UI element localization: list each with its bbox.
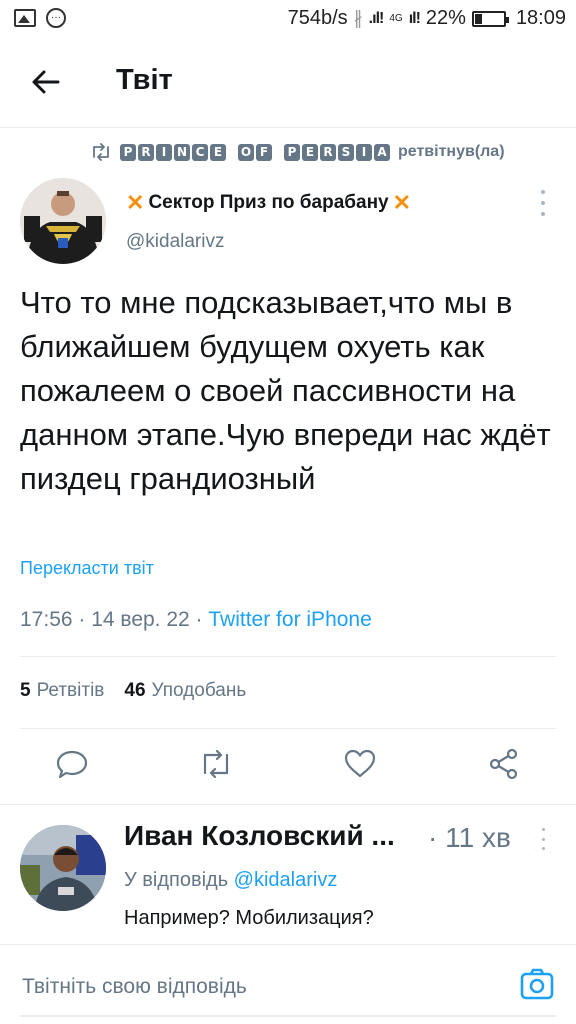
tweet-timestamp: 17:56 · 14 вер. 22 · [20, 608, 209, 631]
comment-icon [56, 750, 88, 779]
status-bar: ··· 754b/s ∦ .ıl! 4G ıl! 22% 18:09 [0, 0, 576, 40]
retweet-context[interactable]: P R I N C E O F P E R S I A ретвітнув(ла… [90, 143, 505, 161]
share-button[interactable] [484, 744, 524, 784]
author-name[interactable]: ✕ Сектор Приз по барабану ✕ [126, 192, 411, 214]
retweeter-letter: C [192, 143, 208, 161]
top-bar: Твіт [0, 40, 576, 128]
tweet-actions [0, 744, 576, 792]
reply-more-options-button[interactable] [537, 828, 549, 850]
reply-author-avatar[interactable] [20, 825, 106, 911]
retweets-stat[interactable]: 5 Ретвітів [20, 680, 104, 702]
reply-time: · 11 хв [428, 822, 511, 853]
reply-to-mention[interactable]: @kidalarivz [234, 869, 338, 891]
tweet-source-link[interactable]: Twitter for iPhone [208, 608, 371, 631]
reply-to-prefix: У відповідь [124, 869, 234, 891]
retweets-label: Ретвітів [36, 680, 105, 701]
battery-icon [471, 10, 509, 27]
retweeter-letter: E [302, 143, 318, 161]
more-options-button[interactable] [536, 190, 550, 216]
translate-tweet-link[interactable]: Перекласти твіт [20, 558, 154, 579]
retweet-suffix: ретвітнув(ла) [398, 143, 505, 160]
back-button[interactable] [28, 64, 64, 100]
compose-bar: Твітніть свою відповідь [0, 944, 576, 1024]
divider [20, 728, 556, 729]
more-vertical-icon [541, 828, 545, 831]
likes-label: Уподобань [151, 680, 247, 701]
camera-button[interactable] [519, 966, 555, 1002]
reply-compose-input[interactable]: Твітніть свою відповідь [22, 975, 247, 999]
divider [20, 656, 556, 657]
retweeter-name[interactable]: P R I N C E O F P E R S I A [120, 143, 390, 161]
reply-text: Например? Мобилизация? [124, 907, 374, 929]
author-avatar[interactable] [20, 178, 106, 264]
retweet-icon [203, 749, 229, 779]
section-divider [0, 804, 576, 805]
like-button[interactable] [340, 744, 380, 784]
heart-icon [344, 749, 376, 778]
retweeter-letter: N [174, 143, 190, 161]
retweeter-letter: O [238, 143, 254, 161]
retweeter-letter: S [338, 143, 354, 161]
bluetooth-icon: ∦ [353, 8, 363, 28]
cross-emoji-icon: ✕ [392, 190, 412, 215]
avatar-image [20, 178, 106, 264]
signal-icon: .ıl! [368, 9, 385, 27]
tweet-stats: 5 Ретвітів 46 Уподобань [20, 680, 246, 702]
author-name-text: Сектор Приз по барабану [148, 192, 389, 213]
retweeter-letter: P [284, 143, 300, 161]
status-indicators: 754b/s ∦ .ıl! 4G ıl! 22% 18:09 [288, 7, 566, 30]
likes-stat[interactable]: 46 Уподобань [124, 680, 246, 702]
battery-percent: 22% [425, 7, 466, 29]
more-vertical-icon [541, 190, 545, 194]
retweeter-letter: F [256, 143, 272, 161]
avatar-image [20, 825, 106, 911]
retweeter-letter: I [356, 143, 372, 161]
page-title: Твіт [116, 64, 173, 96]
network-type: 4G [389, 13, 403, 24]
reply-button[interactable] [52, 744, 92, 784]
retweeter-letter: E [210, 143, 226, 161]
share-icon [489, 748, 518, 780]
reply-to-line: У відповідь @kidalarivz [124, 869, 337, 892]
gallery-notification-icon [14, 9, 36, 27]
retweeter-letter: R [320, 143, 336, 161]
retweeter-letter: R [138, 143, 154, 161]
clock: 18:09 [515, 7, 566, 29]
tweet-meta: 17:56 · 14 вер. 22 · Twitter for iPhone [20, 608, 372, 632]
arrow-left-icon [32, 70, 60, 94]
retweeter-letter: A [374, 143, 390, 161]
retweet-icon [93, 143, 109, 161]
retweeter-letter: P [120, 143, 136, 161]
retweet-button[interactable] [196, 744, 236, 784]
reply-author-name[interactable]: Иван Козловский ... [124, 820, 395, 852]
status-notifications: ··· [14, 8, 66, 28]
retweets-count: 5 [20, 680, 31, 701]
signal-icon-2: ıl! [408, 9, 421, 27]
author-handle[interactable]: @kidalarivz [126, 231, 224, 253]
cross-emoji-icon: ✕ [126, 190, 145, 215]
likes-count: 46 [124, 680, 146, 701]
chat-notification-icon: ··· [46, 8, 66, 28]
tweet-text: Что то мне подсказывает,что мы в ближайш… [20, 285, 551, 496]
retweeter-letter: I [156, 143, 172, 161]
camera-icon [520, 968, 554, 1000]
network-speed: 754b/s [287, 7, 348, 29]
compose-underline [20, 1015, 556, 1017]
